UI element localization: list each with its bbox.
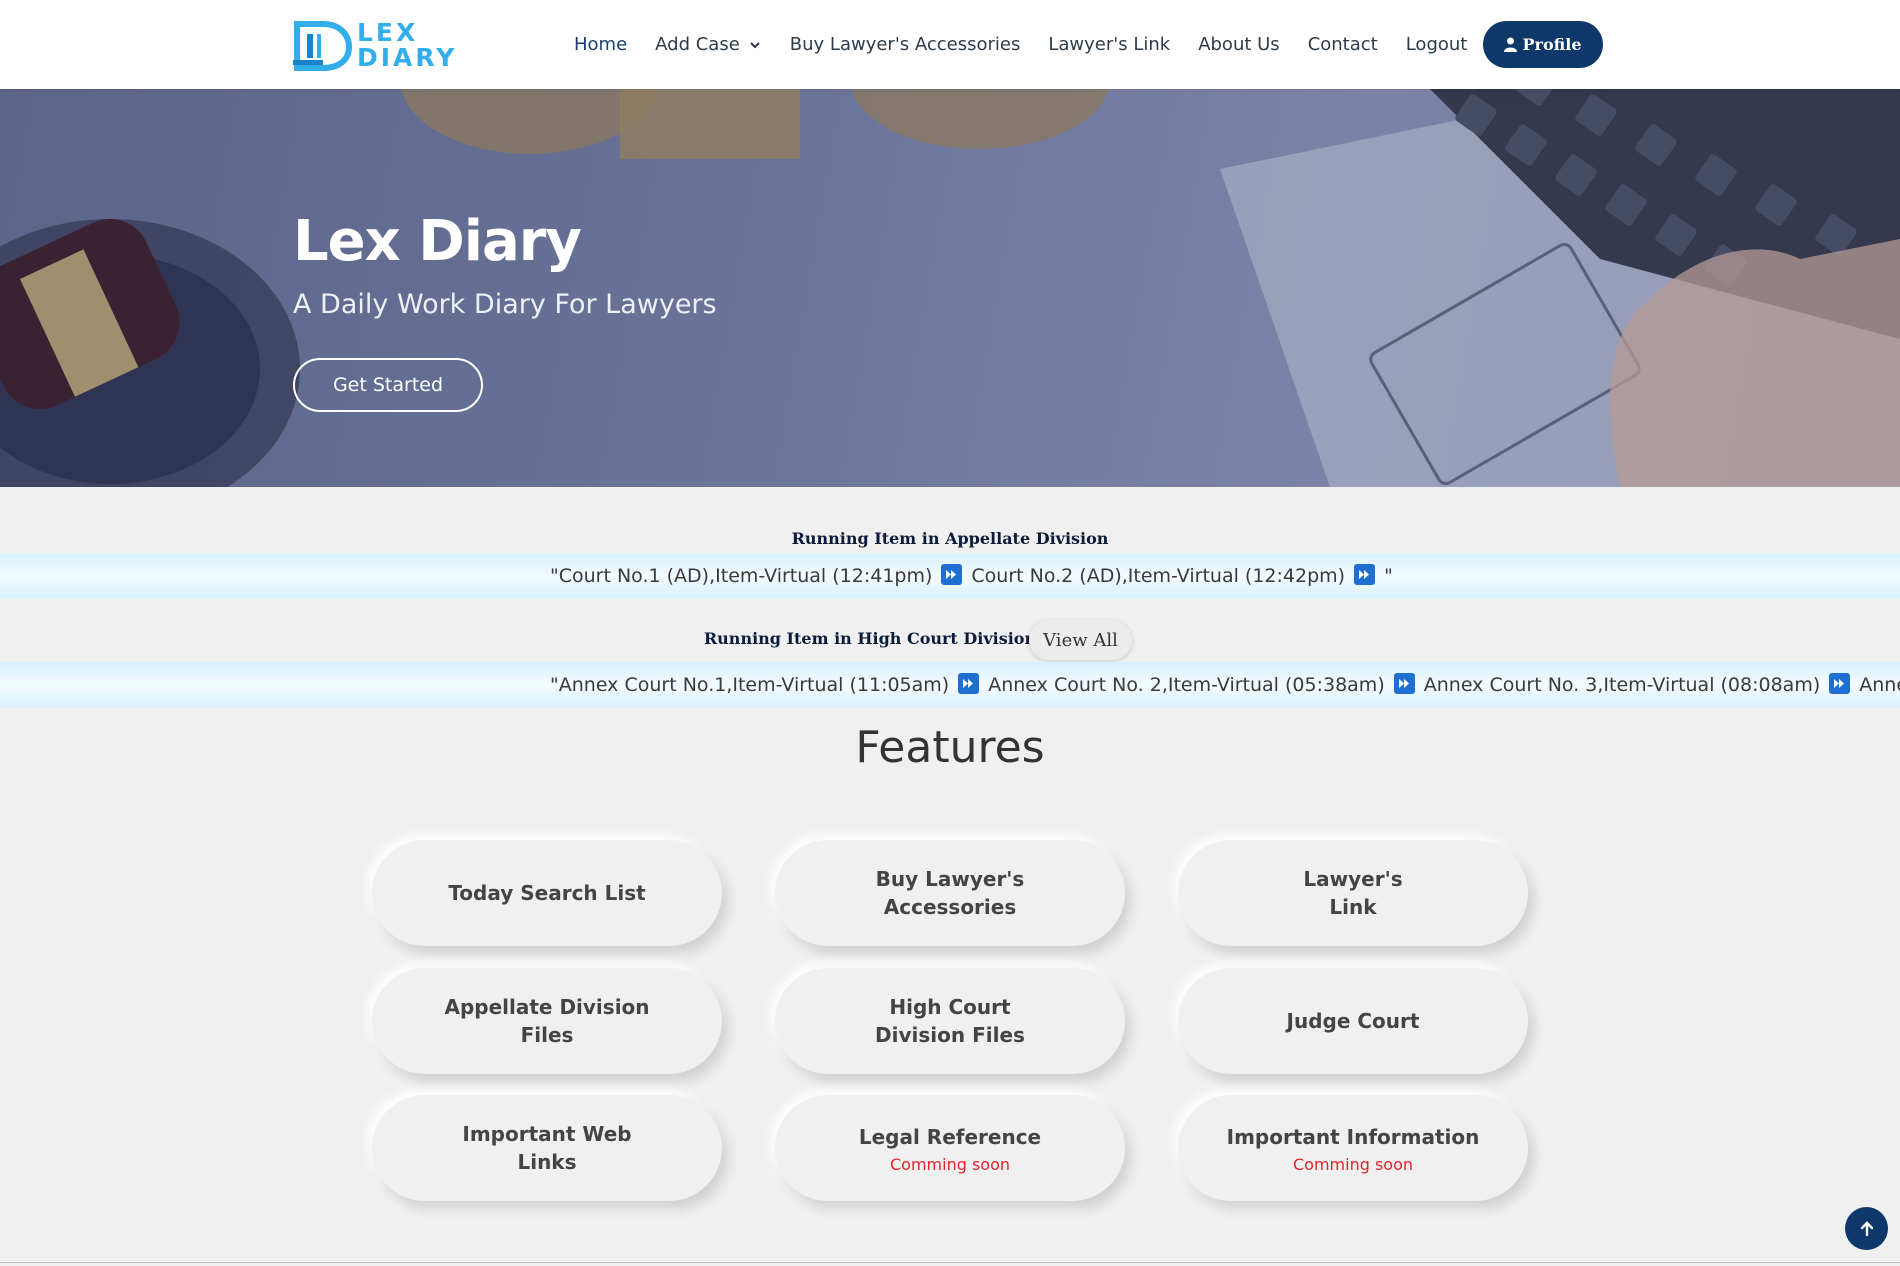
hero-subtitle: A Daily Work Diary For Lawyers [293, 289, 717, 320]
user-icon [1504, 37, 1518, 52]
feature-card-label: Appellate Division Files [444, 995, 650, 1047]
feature-card-important-web-links[interactable]: Important Web Links [372, 1095, 722, 1201]
feature-card-appellate-division-files[interactable]: Appellate Division Files [372, 968, 722, 1074]
nav-contact[interactable]: Contact [1308, 34, 1378, 55]
features-title: Features [855, 722, 1045, 773]
logo-text-bottom: DIARY [357, 43, 458, 72]
high-court-ticker-item[interactable]: Annex Court No. 2,Item-Virtual (05:38am) [988, 674, 1385, 696]
site-header: LEX DIARY Home Add Case Buy Lawyer's Acc… [0, 0, 1900, 89]
feature-card-judge-court[interactable]: Judge Court [1178, 968, 1528, 1074]
coming-soon-label: Comming soon [1292, 1154, 1413, 1174]
high-court-ticker-item[interactable]: Annex Court No. 3,Item-Virtual (08:08am) [1424, 674, 1821, 696]
feature-card-high-court-division-files[interactable]: High Court Division Files [775, 968, 1125, 1074]
feature-card-label: Important Web Links [462, 1122, 632, 1174]
appellate-ticker-item: " [1384, 565, 1393, 587]
scroll-to-top-button[interactable] [1845, 1207, 1888, 1250]
lex-diary-logo[interactable]: LEX DIARY [293, 20, 455, 72]
get-started-button[interactable]: Get Started [293, 358, 483, 412]
high-court-ticker: "Annex Court No.1,Item-Virtual (11:05am)… [0, 662, 1900, 708]
logo-text-top: LEX [357, 18, 419, 47]
feature-card-buy-accessories[interactable]: Buy Lawyer's Accessories [775, 840, 1125, 946]
feature-card-today-search-list[interactable]: Today Search List [372, 840, 722, 946]
nav-about-us[interactable]: About Us [1198, 34, 1280, 55]
page-bottom-divider [0, 1262, 1900, 1263]
feature-card-lawyers-link[interactable]: Lawyer's Link [1178, 840, 1528, 946]
nav-logout[interactable]: Logout [1406, 34, 1468, 55]
feature-card-label: Judge Court [1286, 1009, 1420, 1033]
arrow-up-icon [1860, 1220, 1873, 1236]
feature-card-label: Important Information [1226, 1124, 1480, 1149]
nav-home[interactable]: Home [574, 34, 627, 55]
logo-emblem-icon [293, 21, 353, 71]
profile-button-label: Profile [1522, 35, 1582, 54]
appellate-ticker-item[interactable]: "Court No.1 (AD),Item-Virtual (12:41pm) [550, 565, 932, 587]
nav-lawyers-link[interactable]: Lawyer's Link [1048, 34, 1170, 55]
hero-banner: Lex Diary A Daily Work Diary For Lawyers… [0, 89, 1900, 487]
coming-soon-label: Comming soon [889, 1154, 1010, 1174]
feature-card-label: Legal Reference [858, 1124, 1042, 1149]
high-court-ticker-item[interactable]: "Annex Court No.1,Item-Virtual (11:05am) [550, 674, 949, 696]
fast-forward-icon [958, 673, 980, 694]
fast-forward-icon [941, 564, 963, 585]
high-court-ticker-text: "Annex Court No.1,Item-Virtual (11:05am)… [550, 662, 1900, 708]
profile-button[interactable]: Profile [1483, 21, 1603, 68]
feature-card-label: Lawyer's Link [1303, 867, 1403, 919]
nav-buy-accessories[interactable]: Buy Lawyer's Accessories [790, 34, 1021, 55]
feature-card-legal-reference[interactable]: Legal Reference Comming soon [775, 1095, 1125, 1201]
high-court-ticker-item[interactable]: Annex Court No. 4,Item [1859, 674, 1900, 696]
feature-card-label: Today Search List [448, 881, 646, 905]
hero-background-image [0, 89, 1900, 487]
fast-forward-icon [1393, 673, 1415, 694]
appellate-ticker-item[interactable]: Court No.2 (AD),Item-Virtual (12:42pm) [971, 565, 1345, 587]
feature-card-important-information[interactable]: Important Information Comming soon [1178, 1095, 1528, 1201]
fast-forward-icon [1829, 673, 1851, 694]
main-nav: Home Add Case Buy Lawyer's Accessories L… [574, 0, 1495, 89]
nav-add-case[interactable]: Add Case [655, 34, 762, 55]
hero-title: Lex Diary [293, 209, 582, 274]
high-court-ticker-heading: Running Item in High Court Division [703, 629, 1037, 648]
view-all-button[interactable]: View All [1029, 620, 1132, 660]
appellate-ticker: "Court No.1 (AD),Item-Virtual (12:41pm) C… [0, 553, 1900, 599]
feature-card-label: High Court Division Files [875, 995, 1025, 1047]
chevron-down-icon [750, 41, 760, 48]
appellate-ticker-heading: Running Item in Appellate Division [791, 529, 1109, 548]
nav-add-case-label: Add Case [655, 34, 740, 55]
appellate-ticker-text: "Court No.1 (AD),Item-Virtual (12:41pm) C… [550, 553, 1393, 599]
feature-card-label: Buy Lawyer's Accessories [875, 867, 1025, 919]
fast-forward-icon [1354, 564, 1376, 585]
